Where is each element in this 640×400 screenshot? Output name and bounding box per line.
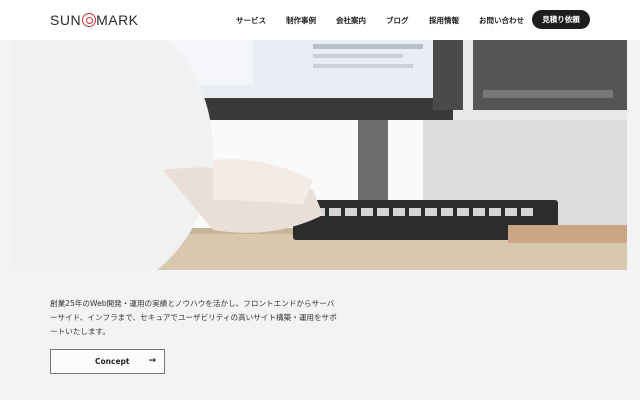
nav-item-services[interactable]: サービス [236,15,266,26]
nav-item-company[interactable]: 会社案内 [336,15,366,26]
arrow-right-icon: → [148,356,156,366]
nav-item-blog[interactable]: ブログ [386,15,409,26]
site-header: SUN MARK サービス 制作事例 会社案内 ブログ 採用情報 お問い合わせ … [0,0,640,40]
intro-text: 創業25年のWeb開発・運用の実績とノウハウを活かし、フロントエンドからサーバー… [50,299,337,336]
hero-photo-illustration [13,40,627,270]
logo-text-left: SUN [50,12,82,28]
logo-at-icon [81,13,96,27]
logo[interactable]: SUN MARK [50,11,139,29]
hero-image [13,40,627,270]
nav-item-contact[interactable]: お問い合わせ [479,15,524,26]
estimate-request-button[interactable]: 見積り依頼 [532,10,590,29]
concept-button-label: Concept [95,357,130,366]
concept-button[interactable]: Concept → [50,349,165,374]
logo-text-right: MARK [96,12,139,28]
nav-item-works[interactable]: 制作事例 [286,15,316,26]
nav-item-recruit[interactable]: 採用情報 [429,15,459,26]
